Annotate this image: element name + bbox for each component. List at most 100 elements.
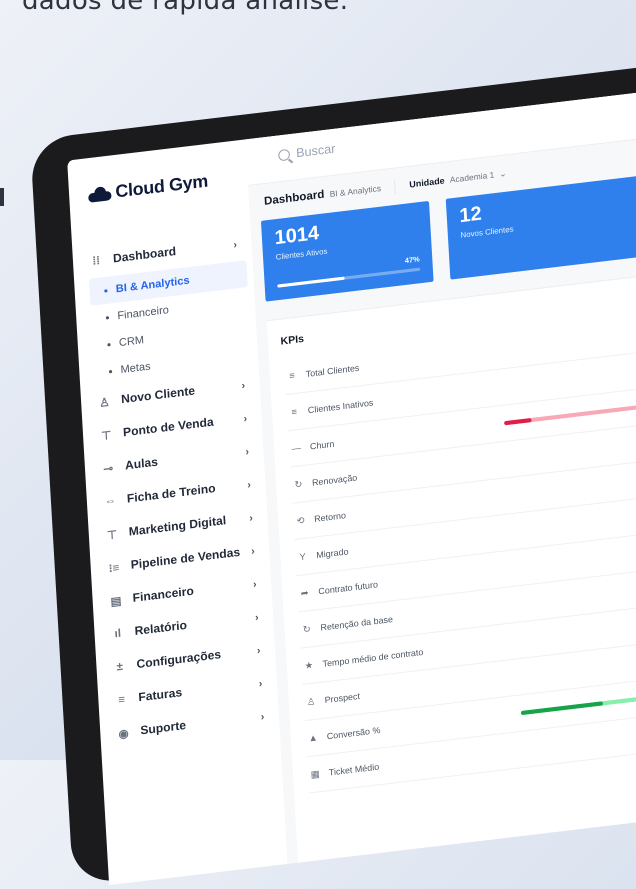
card-progress-track: [277, 267, 421, 288]
kpi-sparkline-fill: [520, 701, 604, 716]
sidebar-item-label: Financeiro: [132, 585, 195, 606]
app-screen: Cloud Gym ⁞⁞ Dashboard › BI & Analytics …: [67, 85, 636, 886]
support-icon: ◉: [118, 727, 130, 741]
wallet-icon: ▤: [110, 594, 122, 609]
card-value: 1014: [274, 222, 320, 250]
card-progress-fill: [277, 276, 345, 288]
invoice-icon: ≡: [117, 693, 126, 707]
kpi-row-label: Retorno: [313, 509, 347, 525]
grid-icon: ⁞⁞: [92, 254, 101, 269]
chevron-right-icon: ›: [256, 644, 261, 657]
star-icon: ★: [304, 659, 314, 671]
kpi-row-label: Contrato futuro: [318, 579, 379, 597]
minus-icon: —: [291, 442, 302, 454]
card-progress-label: 47%: [404, 256, 420, 266]
chevron-right-icon: ›: [241, 379, 246, 392]
sidebar-item-label: Ponto de Venda: [122, 416, 215, 440]
main-content: Buscar Dashboard BI & Analytics Unidade …: [245, 85, 636, 864]
chevron-right-icon: ›: [250, 545, 256, 558]
chevron-right-icon: ›: [252, 578, 257, 591]
sidebar-item-label: Relatório: [134, 619, 188, 639]
card-value: 12: [458, 203, 483, 228]
kpi-row-label: Ticket Médio: [328, 761, 380, 778]
bell-icon: ▲: [308, 732, 319, 744]
bullet-icon: [105, 315, 110, 320]
decorative-mark: [0, 188, 4, 206]
store-icon: ⊤: [100, 428, 112, 443]
brand-name: Cloud Gym: [114, 171, 209, 202]
page-title: Dashboard: [263, 188, 325, 208]
pipeline-icon: ⁝≡: [108, 561, 120, 576]
chevron-right-icon: ›: [254, 611, 259, 624]
sidebar-item-label: Faturas: [138, 686, 183, 705]
chevron-right-icon: ›: [245, 445, 250, 458]
user-icon: ♙: [306, 695, 316, 707]
sidebar-item-label: Configurações: [136, 648, 222, 672]
kpi-row-label: Tempo médio de contrato: [322, 646, 424, 669]
sidebar-item-label: Suporte: [140, 719, 187, 738]
list-icon: ≡: [291, 406, 298, 418]
chevron-right-icon: ›: [247, 479, 252, 491]
sidebar-item-label: Ficha de Treino: [126, 482, 216, 506]
sidebar-item-label: Novo Cliente: [120, 385, 196, 407]
kpi-row-label: Clientes Inativos: [307, 397, 374, 416]
bullet-icon: [107, 342, 111, 346]
kpi-sparkline: [520, 694, 636, 716]
kpi-sparkline-fill: [504, 417, 532, 426]
chevron-right-icon: ›: [233, 238, 238, 251]
dumbbell-icon: ⊸: [103, 462, 114, 476]
swap-icon: ⇔: [104, 494, 117, 509]
chevron-right-icon: ›: [243, 412, 248, 425]
promo-headline: dados de rápida análise.: [22, 0, 349, 16]
refresh-icon: ↻: [294, 478, 303, 490]
chevron-right-icon: ›: [260, 710, 265, 723]
sidebar-item-label: Dashboard: [112, 245, 177, 266]
search-icon: [277, 148, 291, 161]
kpi-row-label: Migrado: [315, 546, 349, 561]
sliders-icon: ±: [116, 660, 124, 674]
megaphone-icon: ⊤: [106, 528, 118, 542]
unit-filter-select[interactable]: Academia 1: [450, 170, 495, 185]
kpi-section-title: KPIs: [280, 333, 305, 348]
list-icon: ≡: [289, 370, 296, 382]
sidebar-item-label: Aulas: [124, 456, 159, 473]
kpi-row-label: Prospect: [324, 690, 361, 706]
sidebar-subitem-label: CRM: [118, 333, 145, 350]
kpi-row-label: Conversão %: [326, 724, 381, 742]
kpi-card-novos-clientes[interactable]: 12 Novos Clientes: [445, 171, 636, 280]
chevron-right-icon: ›: [258, 677, 263, 690]
forward-icon: ➦: [300, 586, 309, 599]
sidebar-nav: ⁞⁞ Dashboard › BI & Analytics Financeiro…: [87, 227, 274, 751]
ticket-icon: ▦: [310, 767, 320, 780]
sidebar-item-label: Marketing Digital: [128, 514, 227, 539]
sidebar-subitem-label: Metas: [120, 360, 151, 377]
bullet-icon: [108, 369, 113, 373]
migrate-icon: Y: [299, 551, 307, 563]
kpi-list: ≡ Total Clientes ≡ Clientes Inativos — Churn ↻…: [283, 308, 636, 794]
unit-filter-label: Unidade: [409, 175, 445, 190]
page-subtitle: BI & Analytics: [329, 183, 382, 200]
sidebar-subitem-label: BI & Analytics: [115, 274, 190, 296]
divider: [394, 179, 397, 195]
sidebar-subitem-label: Financeiro: [117, 303, 170, 323]
kpi-row-label: Retenção da base: [320, 613, 394, 633]
kpi-panel: KPIs ≡ Total Clientes ≡ Clientes Inativos — C…: [266, 267, 636, 863]
bullet-icon: [104, 288, 108, 293]
user-icon: ♙: [98, 395, 110, 410]
kpi-card-clientes-ativos[interactable]: 1014 Clientes Ativos 47%: [260, 200, 434, 302]
search-placeholder: Buscar: [295, 141, 336, 161]
chevron-right-icon: ›: [248, 512, 254, 524]
kpi-sparkline: [504, 404, 636, 426]
refresh-icon: ↻: [302, 622, 312, 635]
return-icon: ⟲: [296, 514, 305, 526]
sidebar-item-label: Pipeline de Vendas: [130, 546, 241, 572]
kpi-row-label: Churn: [309, 438, 335, 452]
bar-chart-icon: ıl: [114, 627, 122, 641]
search-input[interactable]: Buscar: [277, 141, 336, 162]
tablet-device: Cloud Gym ⁞⁞ Dashboard › BI & Analytics …: [30, 62, 636, 886]
cloud-icon: [88, 186, 112, 203]
kpi-row-label: Renovação: [311, 472, 358, 488]
chevron-down-icon[interactable]: ⌄: [499, 169, 507, 179]
kpi-row-label: Total Clientes: [305, 362, 360, 380]
brand-logo[interactable]: Cloud Gym: [88, 171, 209, 206]
